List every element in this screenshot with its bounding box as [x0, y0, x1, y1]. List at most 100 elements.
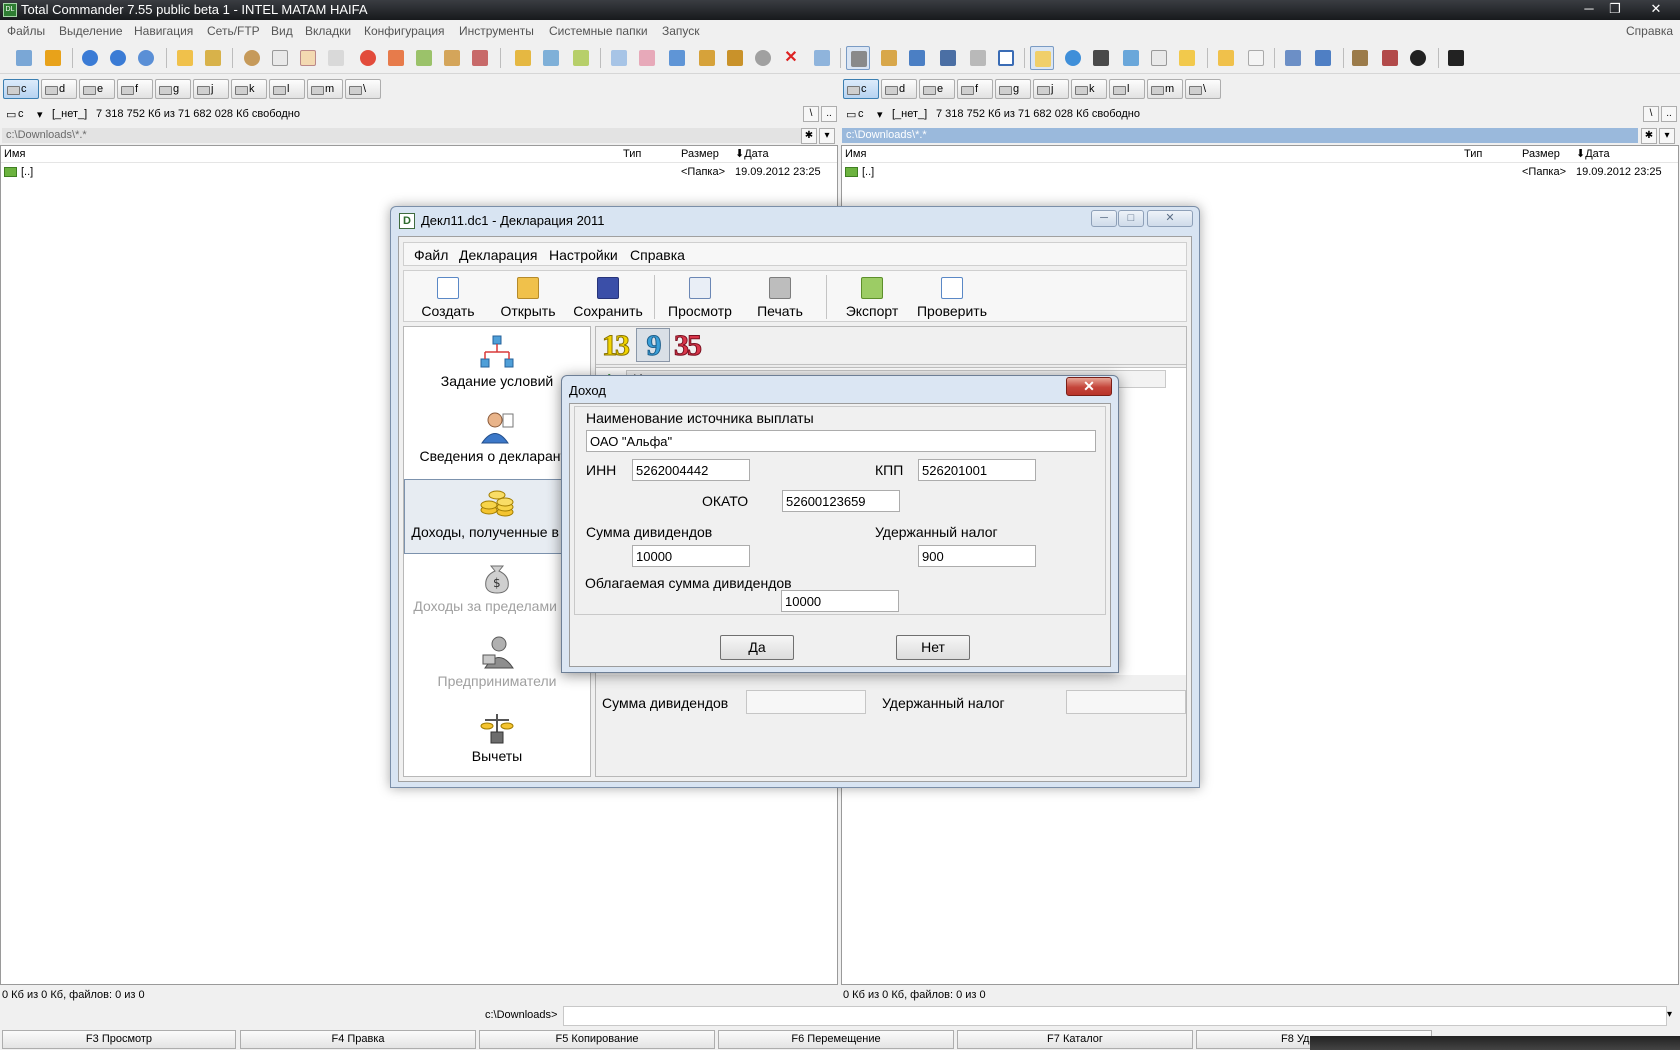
delete-icon[interactable]: ✕	[779, 46, 803, 70]
parent-button[interactable]: ..	[1661, 106, 1677, 122]
menu-view[interactable]: Вид	[271, 24, 293, 38]
check-button[interactable]: Проверить	[912, 275, 992, 321]
7zip-icon[interactable]	[1444, 46, 1468, 70]
forward-arrow-icon[interactable]	[106, 46, 130, 70]
tree-view-icon[interactable]	[877, 46, 901, 70]
left-drive-letter[interactable]: c	[18, 108, 24, 120]
root-button[interactable]: \	[803, 106, 819, 122]
drive-button-c[interactable]: c	[843, 79, 879, 99]
menu-declaration[interactable]: Декларация	[459, 247, 538, 263]
drive-combo-icon[interactable]: ▭	[6, 108, 16, 121]
drive-button-network[interactable]: \	[1185, 79, 1221, 99]
select-icon[interactable]	[268, 46, 292, 70]
checklist-icon[interactable]	[296, 46, 320, 70]
unlock-icon[interactable]	[723, 46, 747, 70]
drive-button-k[interactable]: k	[1071, 79, 1107, 99]
minimize-icon[interactable]: ─	[1576, 0, 1602, 19]
no-button[interactable]: Нет	[896, 635, 970, 660]
okato-input[interactable]	[782, 490, 900, 512]
folder-tree-icon[interactable]	[201, 46, 225, 70]
copy-icon[interactable]	[607, 46, 631, 70]
menu-network[interactable]: Сеть/FTP	[207, 24, 260, 38]
notepad-icon[interactable]	[1030, 46, 1054, 70]
minimize-icon[interactable]: ─	[1091, 210, 1117, 227]
menu-file[interactable]: Файл	[414, 247, 448, 263]
linux-icon[interactable]	[1406, 46, 1430, 70]
parent-button[interactable]: ..	[821, 106, 837, 122]
preview-button[interactable]: Просмотр	[660, 275, 740, 321]
folder-icon[interactable]	[173, 46, 197, 70]
network-share-icon[interactable]	[539, 46, 563, 70]
menu-navigation[interactable]: Навигация	[134, 24, 193, 38]
restore-icon[interactable]: ❐	[1602, 0, 1628, 19]
left-path-bar[interactable]: c:\Downloads\*.*	[2, 128, 802, 143]
tab-rate-9[interactable]: 9	[636, 328, 670, 363]
image-icon[interactable]	[1119, 46, 1143, 70]
compare-icon[interactable]	[324, 46, 348, 70]
properties-icon[interactable]	[810, 46, 834, 70]
hotlist-icon[interactable]: ▾	[1659, 128, 1675, 144]
menu-files[interactable]: Файлы	[7, 24, 45, 38]
history-icon[interactable]: ✱	[801, 128, 817, 144]
drive-button-l[interactable]: l	[1109, 79, 1145, 99]
search-icon[interactable]	[240, 46, 264, 70]
drive-button-e[interactable]: e	[79, 79, 115, 99]
drive-button-c[interactable]: c	[3, 79, 39, 99]
root-button[interactable]: \	[1643, 106, 1659, 122]
menu-system-folders[interactable]: Системные папки	[549, 24, 648, 38]
chevron-down-icon[interactable]: ▾	[877, 108, 883, 121]
drive-button-j[interactable]: j	[1033, 79, 1069, 99]
col-type[interactable]: Тип	[623, 147, 641, 162]
attributes-icon[interactable]	[468, 46, 492, 70]
drive-button-m[interactable]: m	[1147, 79, 1183, 99]
note-icon[interactable]	[1175, 46, 1199, 70]
close-icon[interactable]: ✕	[1634, 0, 1678, 19]
window-icon[interactable]	[994, 46, 1018, 70]
refresh-icon[interactable]	[12, 46, 36, 70]
col-name[interactable]: Имя	[845, 147, 866, 162]
create-button[interactable]: Создать	[408, 275, 488, 321]
export-button[interactable]: Экспорт	[832, 275, 912, 321]
col-date[interactable]: ⬇ Дата	[735, 147, 769, 162]
pack-icon[interactable]	[1348, 46, 1372, 70]
file-icon[interactable]	[1244, 46, 1268, 70]
command-line-input[interactable]	[563, 1006, 1667, 1026]
inn-input[interactable]	[632, 459, 750, 481]
back-arrow-icon[interactable]	[78, 46, 102, 70]
f5-copy-button[interactable]: F5 Копирование	[479, 1030, 715, 1049]
withheld-tax-input[interactable]	[918, 545, 1036, 567]
columns-icon[interactable]	[905, 46, 929, 70]
folder-open-icon[interactable]	[1214, 46, 1238, 70]
network-neighborhood-icon[interactable]	[569, 46, 593, 70]
f7-mkdir-button[interactable]: F7 Каталог	[957, 1030, 1193, 1049]
right-drive-letter[interactable]: c	[858, 108, 864, 120]
menu-settings[interactable]: Настройки	[549, 247, 618, 263]
menu-configuration[interactable]: Конфигурация	[364, 24, 445, 38]
maximize-icon[interactable]: □	[1118, 210, 1144, 227]
f4-edit-button[interactable]: F4 Правка	[240, 1030, 476, 1049]
close-icon[interactable]: ✕	[1066, 377, 1112, 396]
document-icon[interactable]	[1147, 46, 1171, 70]
menu-tabs[interactable]: Вкладки	[305, 24, 351, 38]
history-icon[interactable]: ✱	[1641, 128, 1657, 144]
ftp-icon[interactable]	[1281, 46, 1305, 70]
network-icon[interactable]	[511, 46, 535, 70]
kpp-input[interactable]	[918, 459, 1036, 481]
table-row[interactable]: [..] <Папка> 19.09.2012 23:25	[4, 164, 834, 180]
col-date[interactable]: ⬇ Дата	[1576, 147, 1610, 162]
drive-button-d[interactable]: d	[41, 79, 77, 99]
col-name[interactable]: Имя	[4, 147, 25, 162]
f3-view-button[interactable]: F3 Просмотр	[2, 1030, 236, 1049]
menu-start[interactable]: Запуск	[662, 24, 700, 38]
link-icon[interactable]	[751, 46, 775, 70]
url-icon[interactable]	[1311, 46, 1335, 70]
thumbnails-icon[interactable]	[936, 46, 960, 70]
nav-item-deductions[interactable]: Вычеты	[404, 704, 590, 779]
menu-tools[interactable]: Инструменты	[459, 24, 534, 38]
source-name-input[interactable]	[586, 430, 1096, 452]
drive-button-d[interactable]: d	[881, 79, 917, 99]
right-path-bar[interactable]: c:\Downloads\*.*	[842, 128, 1638, 143]
drive-button-f[interactable]: f	[957, 79, 993, 99]
menu-help[interactable]: Справка	[1626, 24, 1673, 38]
col-type[interactable]: Тип	[1464, 147, 1482, 162]
